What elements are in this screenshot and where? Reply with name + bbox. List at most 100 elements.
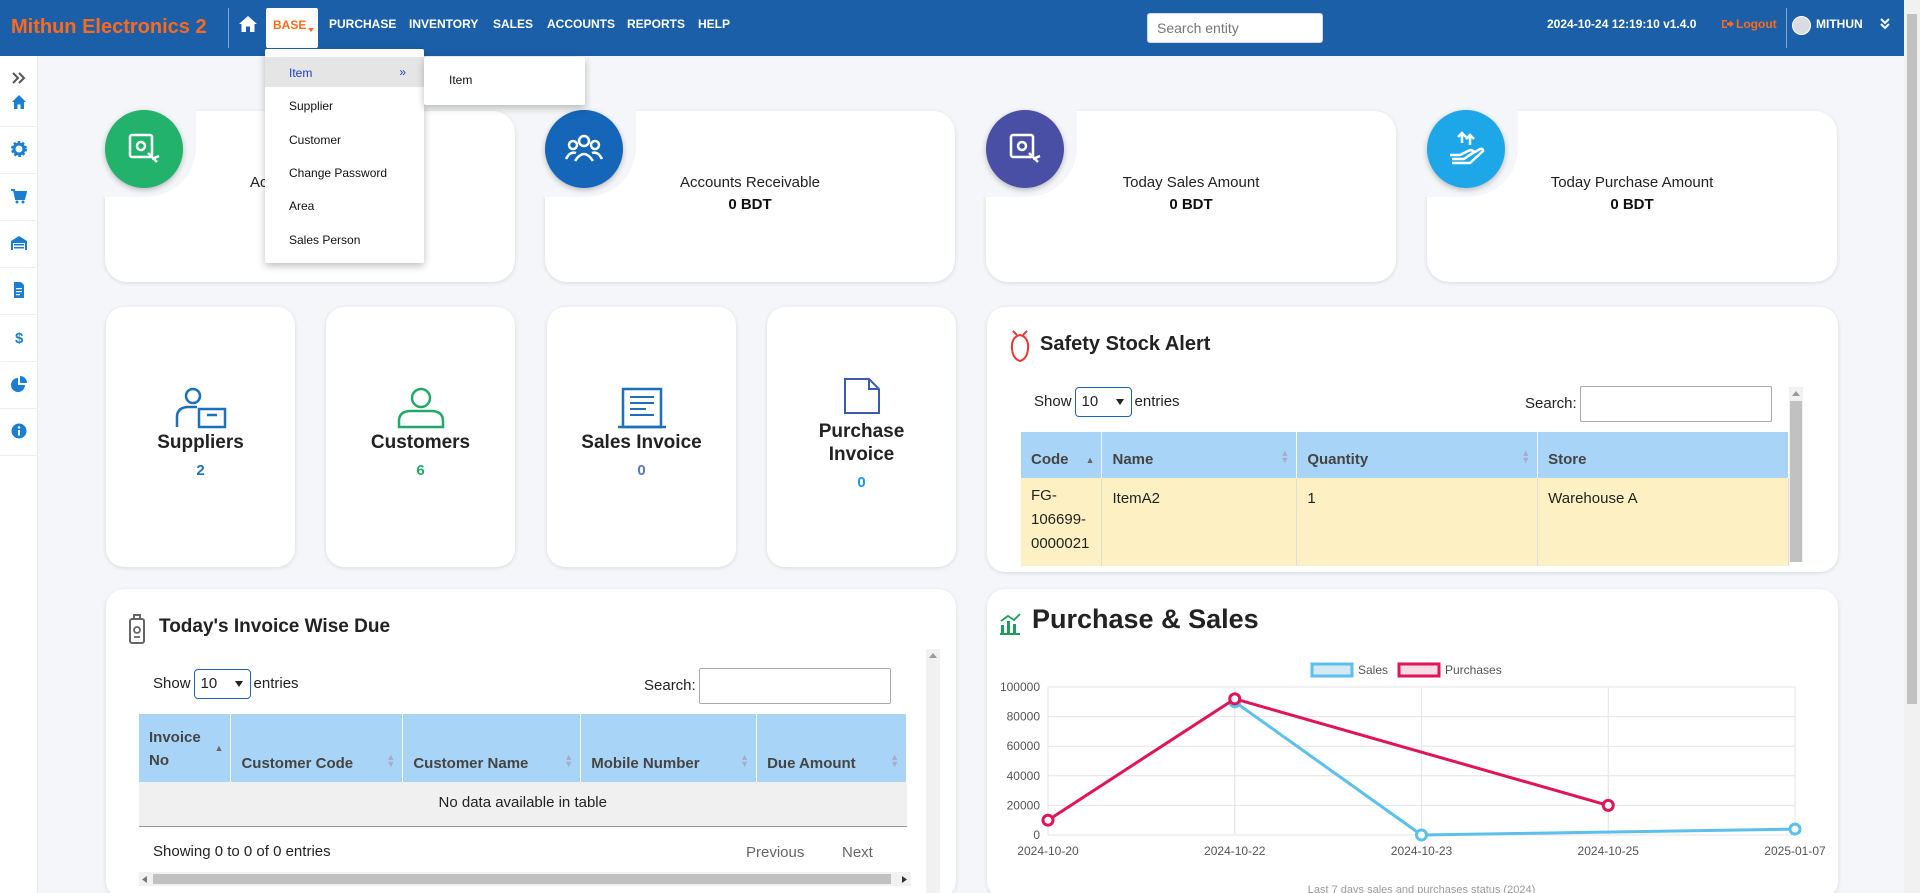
- nav-base-menu[interactable]: BASE: [266, 8, 318, 48]
- safety-stock-table: Code ▲ Name ▲ ▼ Quantity ▲ ▼ Store FG- 106699-…: [1021, 432, 1789, 566]
- y-tick-label: 100000: [1000, 680, 1040, 694]
- menu-item-sales-person[interactable]: Sales Person: [265, 224, 424, 254]
- data-point-purchases: [1041, 813, 1055, 827]
- invoice-icon: [14, 282, 24, 298]
- logout-link[interactable]: Logout: [1736, 17, 1777, 31]
- sidebar-item-reports[interactable]: [0, 362, 38, 409]
- menu-item-supplier[interactable]: Supplier: [265, 90, 424, 120]
- svg-text:$: $: [15, 330, 24, 345]
- card-sales-invoice[interactable]: Sales Invoice 0: [547, 307, 736, 567]
- avatar[interactable]: [1792, 16, 1811, 35]
- column-header-quantity[interactable]: Quantity ▲ ▼: [1296, 432, 1539, 478]
- card-purchase-invoice[interactable]: Purchase Invoice 0: [767, 307, 956, 567]
- search-label: Search:: [644, 676, 696, 694]
- y-tick-label: 80000: [1007, 710, 1041, 724]
- table-info: Showing 0 to 0 of 0 entries: [153, 843, 331, 860]
- scrollbar-thumb[interactable]: [153, 874, 891, 884]
- entries-label: entries: [1134, 392, 1180, 410]
- sidebar-item-accounts[interactable]: $: [0, 315, 38, 362]
- sidebar-item-purchase[interactable]: [0, 174, 38, 221]
- brand-title[interactable]: Mithun Electronics 2: [11, 16, 207, 39]
- column-header-customer-name[interactable]: Customer Name ▲ ▼: [402, 714, 582, 782]
- scrollbar-thumb[interactable]: [1790, 401, 1802, 562]
- scrollbar[interactable]: [1789, 387, 1803, 562]
- menu-item-change-password[interactable]: Change Password: [265, 157, 424, 187]
- nav-help[interactable]: HELP: [698, 17, 730, 31]
- users-icon: [545, 110, 623, 188]
- cell-quantity: 1: [1296, 478, 1539, 566]
- search-input[interactable]: [1579, 386, 1772, 422]
- menu-item-item[interactable]: Item»: [265, 57, 424, 87]
- show-label: Show: [153, 674, 191, 692]
- empty-message: No data available in table: [438, 794, 607, 811]
- column-header-mobile-number[interactable]: Mobile Number ▲ ▼: [580, 714, 758, 782]
- column-header-due-amount[interactable]: Due Amount ▲ ▼: [756, 714, 907, 782]
- column-header-name[interactable]: Name ▲ ▼: [1101, 432, 1298, 478]
- scroll-up-arrow-icon[interactable]: [1792, 391, 1800, 396]
- page-size-select[interactable]: 10: [1074, 387, 1132, 417]
- legend-label: Sales: [1358, 663, 1388, 677]
- card-label: Customers: [370, 432, 471, 453]
- column-header-customer-code[interactable]: Customer Code ▲ ▼: [230, 714, 404, 782]
- search-control: Search:: [1525, 386, 1772, 422]
- invoice-due-table: Invoice No ▲ Customer Code ▲ ▼ Customer Name…: [139, 714, 907, 827]
- next-button[interactable]: Next: [842, 844, 873, 861]
- card-label: Suppliers: [157, 432, 244, 453]
- cell-name: ItemA2: [1101, 478, 1298, 566]
- nav-accounts[interactable]: ACCOUNTS: [547, 17, 615, 31]
- search-label: Search:: [1525, 394, 1577, 412]
- nav-inventory[interactable]: INVENTORY: [409, 17, 478, 31]
- card-suppliers[interactable]: Suppliers 2: [106, 307, 295, 567]
- x-tick-label: 2024-10-20: [1017, 844, 1079, 858]
- previous-button[interactable]: Previous: [746, 844, 804, 861]
- sidebar-item-home[interactable]: [0, 80, 38, 127]
- column-header-store[interactable]: Store: [1537, 432, 1789, 478]
- card-label: Sales Invoice: [581, 432, 702, 453]
- scroll-up-arrow-icon[interactable]: [929, 653, 937, 658]
- sidebar-item-settings[interactable]: [0, 127, 38, 174]
- scroll-left-arrow-icon[interactable]: [142, 876, 147, 883]
- y-tick-label: 40000: [1007, 769, 1041, 783]
- info-icon: [11, 423, 27, 439]
- purchase-sales-panel: Purchase & Sales 0 20000 40000 60000 80000 10…: [987, 589, 1838, 893]
- purchase-sales-line-chart: 0 20000 40000 60000 80000 100000 2024-10-20 202…: [1000, 662, 1826, 893]
- column-header-invoice-no[interactable]: Invoice No ▲: [139, 714, 232, 782]
- search-input[interactable]: [698, 668, 891, 704]
- double-chevron-down-icon[interactable]: [1880, 18, 1890, 30]
- logout-icon[interactable]: [1722, 19, 1734, 29]
- sidebar-item-sales[interactable]: [0, 268, 38, 315]
- nav-sales[interactable]: SALES: [493, 17, 533, 31]
- document-icon: [843, 378, 880, 414]
- page-size-select[interactable]: 10: [193, 669, 251, 699]
- cell-store: Warehouse A: [1537, 478, 1789, 566]
- user-name[interactable]: MITHUN: [1816, 17, 1863, 31]
- entries-label: entries: [253, 674, 299, 692]
- card-value: 2: [196, 462, 205, 479]
- sidebar-item-inventory[interactable]: [0, 221, 38, 268]
- nav-purchase[interactable]: PURCHASE: [329, 17, 396, 31]
- column-header-code[interactable]: Code ▲: [1021, 432, 1103, 478]
- page-scrollbar[interactable]: [1904, 0, 1920, 893]
- cart-icon: [11, 189, 27, 204]
- scrollbar-thumb[interactable]: [1907, 14, 1917, 704]
- scrollbar[interactable]: [926, 649, 940, 893]
- menu-item-area[interactable]: Area: [265, 190, 424, 220]
- table-row: No data available in table: [139, 782, 907, 826]
- stat-value: 0 BDT: [1169, 196, 1213, 213]
- nav-reports[interactable]: REPORTS: [627, 17, 685, 31]
- cell-code: FG- 106699- 0000021: [1021, 478, 1103, 566]
- horizontal-scrollbar[interactable]: [139, 872, 911, 886]
- card-customers[interactable]: Customers 6: [326, 307, 515, 567]
- scroll-right-arrow-icon[interactable]: [902, 876, 907, 883]
- menu-item-customer[interactable]: Customer: [265, 124, 424, 154]
- search-entity-input[interactable]: Search entity: [1147, 13, 1323, 43]
- stat-value: 0 BDT: [728, 196, 772, 213]
- sidebar-item-help[interactable]: [0, 409, 38, 456]
- submenu-item-item[interactable]: Item: [449, 73, 472, 87]
- user-icon: [397, 387, 444, 429]
- table-row[interactable]: FG- 106699- 0000021 ItemA2 1 Warehouse A: [1021, 478, 1789, 566]
- data-point-sales: [1415, 828, 1428, 842]
- home-icon[interactable]: [238, 14, 258, 34]
- data-point-purchases: [1228, 692, 1242, 706]
- nav-base-label: BASE: [273, 18, 307, 32]
